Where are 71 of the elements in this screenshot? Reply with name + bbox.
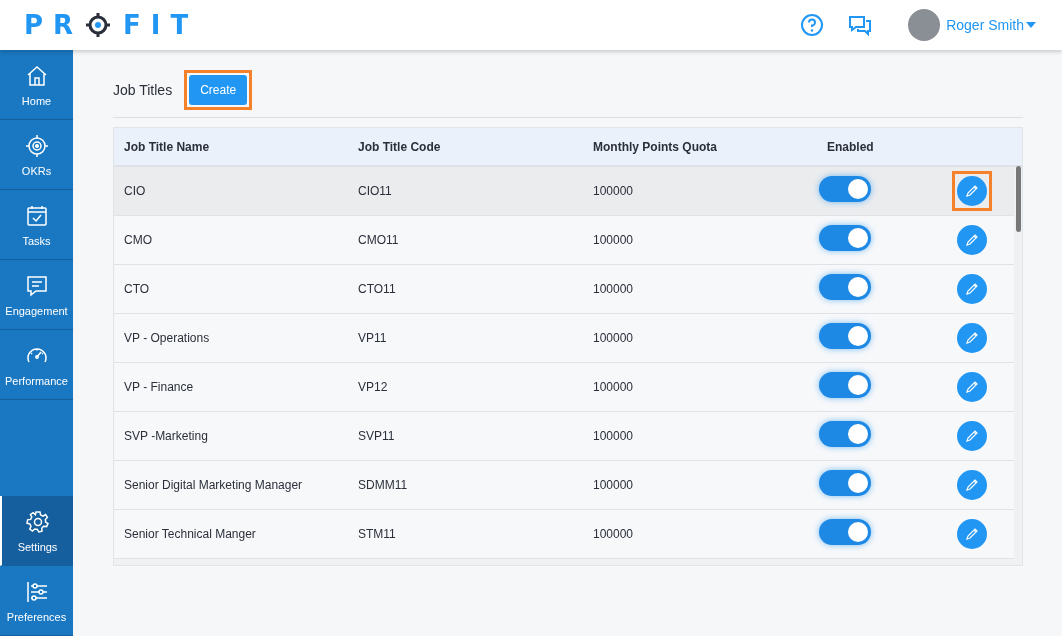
enabled-toggle[interactable] <box>819 372 871 398</box>
table-cell-text: 100000 <box>592 429 635 443</box>
sidebar-item[interactable]: OKRs <box>0 120 73 190</box>
scrollbar[interactable] <box>1016 166 1021 232</box>
table-cell-text: VP - Finance <box>123 380 195 394</box>
enabled-toggle[interactable] <box>819 421 871 447</box>
edit-button[interactable] <box>957 274 987 304</box>
pencil-icon <box>965 233 979 247</box>
table-cell-text: CIO <box>123 184 147 198</box>
enabled-toggle[interactable] <box>819 323 871 349</box>
enabled-toggle[interactable] <box>819 519 871 545</box>
sidebar-item[interactable]: Preferences <box>0 566 73 636</box>
column-header: Job Title Name <box>123 139 211 154</box>
edit-button[interactable] <box>957 323 987 353</box>
enabled-toggle[interactable] <box>819 225 871 251</box>
table-cell-text: 100000 <box>592 282 635 296</box>
create-button[interactable]: Create <box>189 75 248 105</box>
sidebar-item[interactable]: Engagement <box>0 260 73 330</box>
table-cell-text: 100000 <box>592 331 635 345</box>
sidebar-item[interactable]: Tasks <box>0 190 73 260</box>
table-cell-text: SDMM11 <box>357 478 409 492</box>
table-cell-text: 100000 <box>592 233 635 247</box>
enabled-toggle[interactable] <box>819 176 871 202</box>
table-cell-text: 100000 <box>592 380 635 394</box>
table-cell-text: SVP11 <box>357 429 396 443</box>
pencil-icon <box>965 331 979 345</box>
table-cell-text: 100000 <box>592 184 635 198</box>
help-icon[interactable] <box>800 13 825 37</box>
avatar <box>908 9 941 41</box>
sidebar-item[interactable]: Performance <box>0 330 73 400</box>
table-cell-text: STM11 <box>357 527 397 541</box>
pencil-icon <box>965 429 979 443</box>
column-header: Enabled <box>826 139 875 154</box>
table-cell-text: VP12 <box>357 380 389 394</box>
table-cell-text: CMO11 <box>357 233 400 247</box>
edit-button[interactable] <box>957 421 987 451</box>
enabled-toggle[interactable] <box>819 274 871 300</box>
chat-icon[interactable] <box>848 13 873 37</box>
table-cell-text: CTO <box>123 282 151 296</box>
table-cell-text: Senior Digital Marketing Manager <box>123 478 304 492</box>
pencil-icon <box>965 478 979 492</box>
edit-button[interactable] <box>957 470 987 500</box>
caret-icon <box>1026 22 1036 28</box>
table-cell-text: VP - Operations <box>123 331 211 345</box>
table-cell-text: CTO11 <box>357 282 397 296</box>
enabled-toggle[interactable] <box>819 470 871 496</box>
page-title: Job Titles <box>113 82 173 98</box>
table-cell-text: VP11 <box>357 331 388 345</box>
user-menu[interactable]: Roger Smith <box>946 17 1036 33</box>
column-header: Job Title Code <box>357 139 442 154</box>
target-icon <box>23 132 50 159</box>
table-cell-text: 100000 <box>592 478 635 492</box>
sidebar-item[interactable]: Home <box>0 50 73 120</box>
edit-button[interactable] <box>957 225 987 255</box>
edit-button[interactable] <box>957 519 987 549</box>
pencil-icon <box>965 184 979 198</box>
logo-text: PR <box>24 10 84 40</box>
settings-icon <box>24 508 51 535</box>
pencil-icon <box>965 527 979 541</box>
table-cell-text: Senior Technical Manger <box>123 527 257 541</box>
logo-text: FIT <box>123 10 199 40</box>
table-cell-text: 100000 <box>592 527 635 541</box>
edit-button[interactable] <box>957 372 987 402</box>
pencil-icon <box>965 380 979 394</box>
sidebar-item[interactable]: Settings <box>0 496 73 566</box>
column-header: Monthly Points Quota <box>592 139 718 154</box>
table-cell-text: SVP -Marketing <box>123 429 209 443</box>
table-cell-text: CIO11 <box>357 184 393 198</box>
crosshair-icon <box>85 12 112 38</box>
table-cell-text: CMO <box>123 233 153 247</box>
pencil-icon <box>965 282 979 296</box>
